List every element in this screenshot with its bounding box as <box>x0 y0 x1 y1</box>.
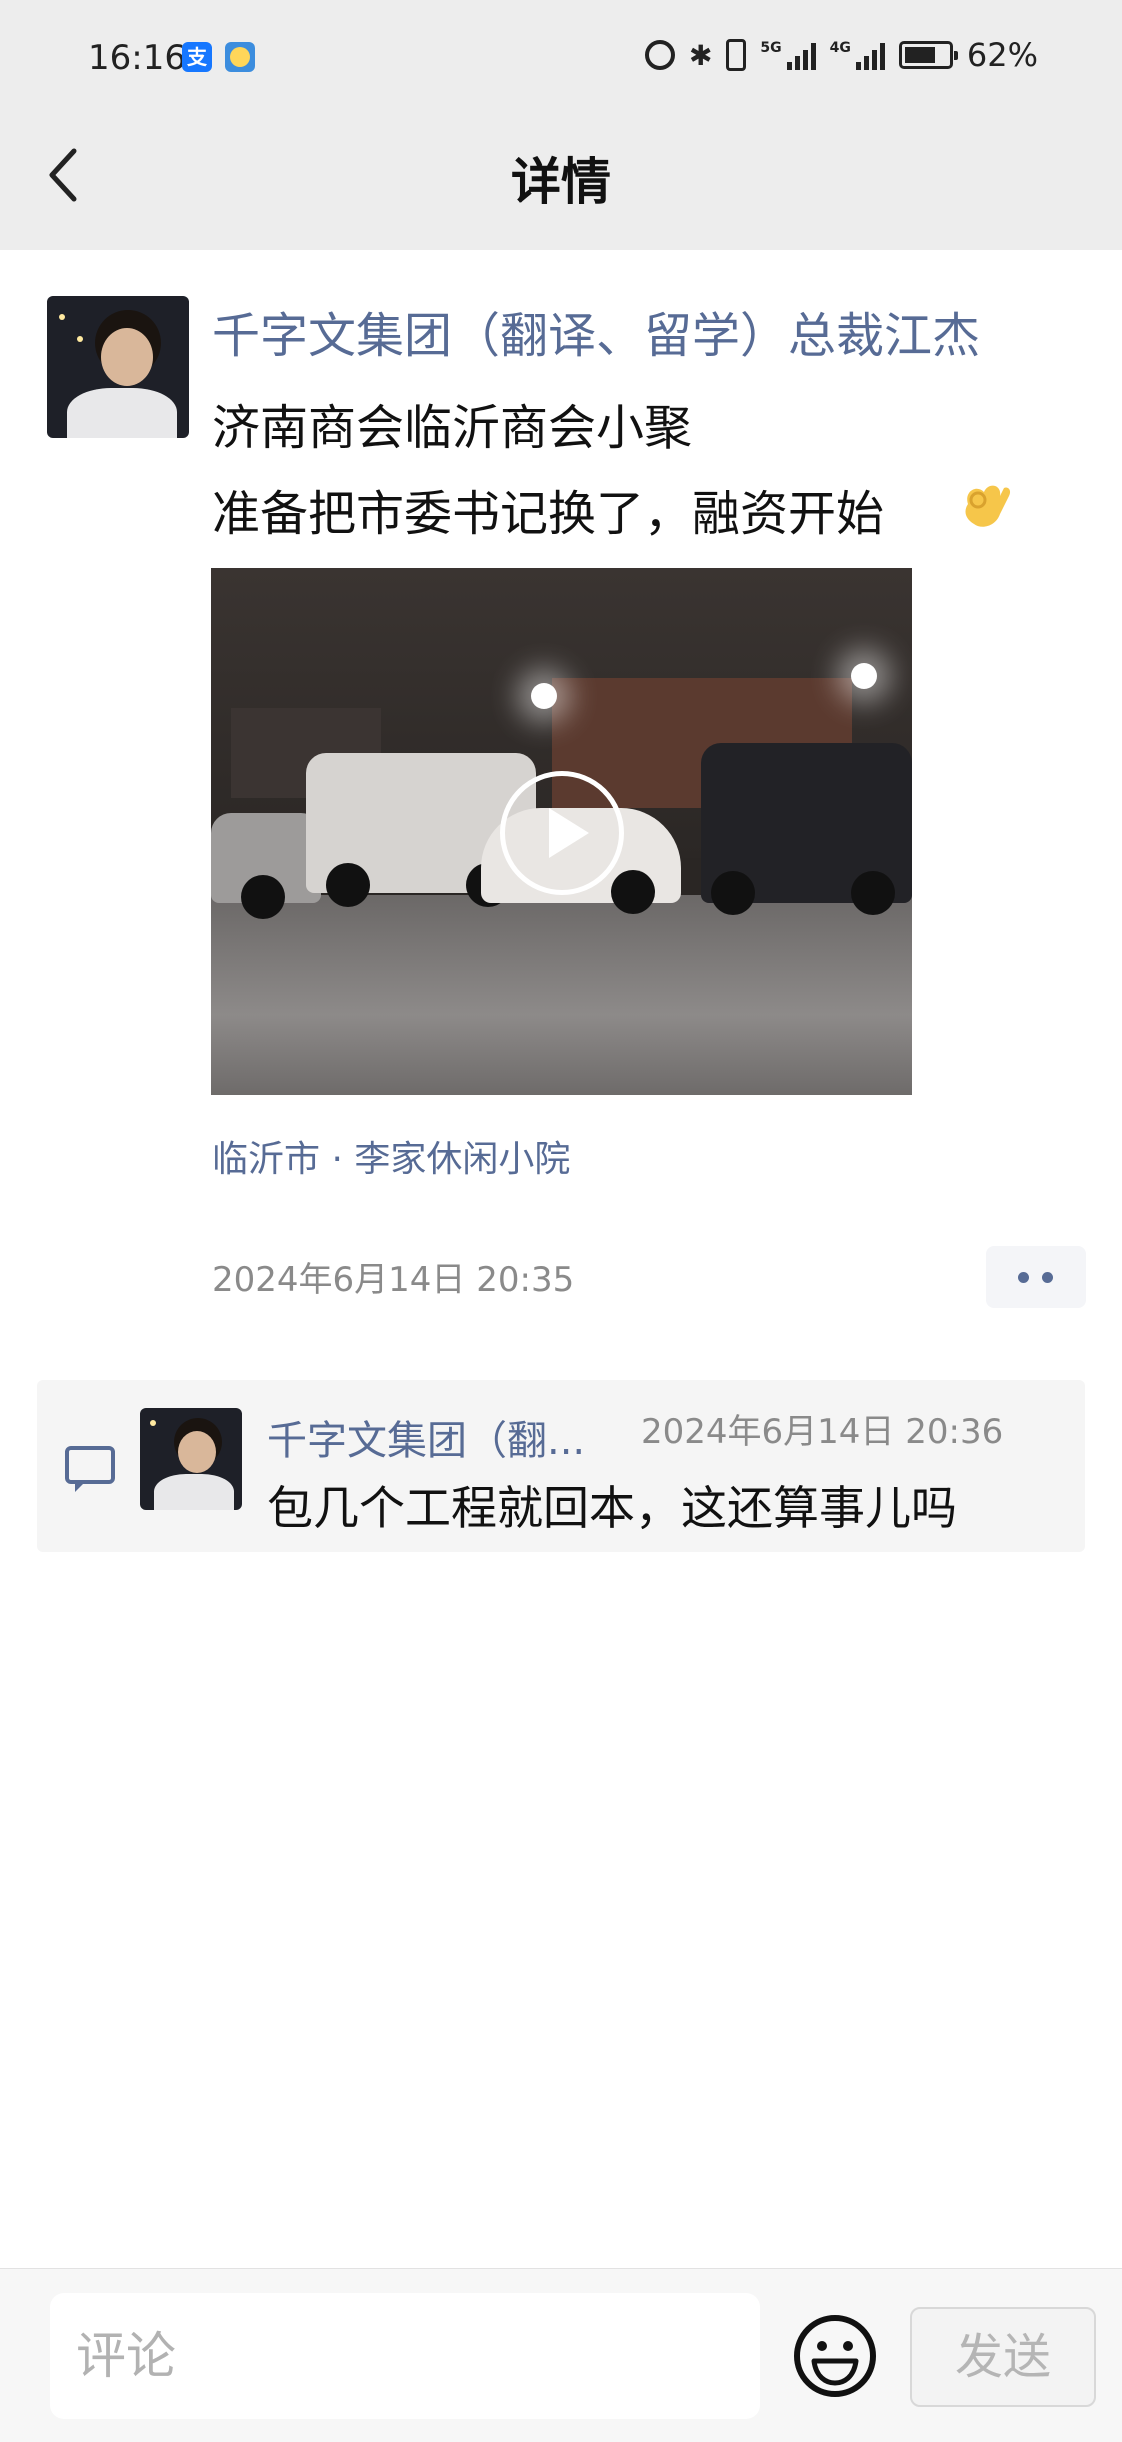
comments-section: 千字文集团（翻... 2024年6月14日 20:36 包几个工程就回本，这还算… <box>37 1380 1085 1552</box>
comment-input[interactable] <box>50 2293 760 2419</box>
comment-author-avatar[interactable] <box>140 1408 242 1510</box>
send-button[interactable]: 发送 <box>910 2307 1096 2407</box>
play-icon[interactable] <box>500 771 624 895</box>
comment-icon <box>65 1446 115 1492</box>
comment-time: 2024年6月14日 20:36 <box>641 1412 1004 1452</box>
signal-4g-label: 4G <box>829 40 851 56</box>
post-time: 2024年6月14日 20:35 <box>212 1260 575 1300</box>
post-author-avatar[interactable] <box>47 296 189 438</box>
ok-hand-emoji-icon <box>965 485 1011 527</box>
vibrate-icon <box>726 39 747 71</box>
alipay-icon: 支 <box>182 42 212 72</box>
post-text-line-2: 准备把市委书记换了，融资开始 <box>212 486 885 542</box>
top-bar: 16:16 支 ✱ 5G 4G 62% 详情 <box>0 0 1122 250</box>
more-actions-button[interactable] <box>986 1246 1086 1308</box>
comment-bar: 发送 <box>0 2268 1122 2442</box>
post-author-name[interactable]: 千字文集团（翻译、留学）总裁江杰 <box>212 296 980 366</box>
post-video[interactable] <box>211 568 912 1095</box>
emoji-icon[interactable] <box>792 2313 878 2399</box>
page-title: 详情 <box>511 153 611 211</box>
post-location[interactable]: 临沂市 · 李家休闲小院 <box>212 1130 570 1182</box>
battery-icon <box>898 41 958 69</box>
video-light <box>531 683 557 709</box>
battery-percent: 62% <box>966 36 1038 74</box>
status-time: 16:16 <box>88 38 186 78</box>
video-car <box>211 813 321 919</box>
comment-author-name[interactable]: 千字文集团（翻... <box>267 1408 585 1466</box>
signal-4g-icon: 4G <box>830 40 885 70</box>
post-text-line-1: 济南商会临沂商会小聚 <box>212 400 693 456</box>
video-light <box>851 663 877 689</box>
signal-5g-icon: 5G <box>760 40 816 70</box>
comment-text[interactable]: 包几个工程就回本，这还算事儿吗 <box>267 1472 957 1538</box>
moments-detail-screen: 16:16 支 ✱ 5G 4G 62% 详情 千字文集团（翻译、留学）总裁江杰 … <box>0 0 1122 2442</box>
alarm-icon <box>644 40 675 70</box>
weather-icon <box>225 42 255 72</box>
bluetooth-icon: ✱ <box>688 38 713 72</box>
status-indicators: ✱ 5G 4G 62% <box>644 36 1038 74</box>
signal-5g-label: 5G <box>760 40 782 56</box>
video-car <box>701 743 912 915</box>
